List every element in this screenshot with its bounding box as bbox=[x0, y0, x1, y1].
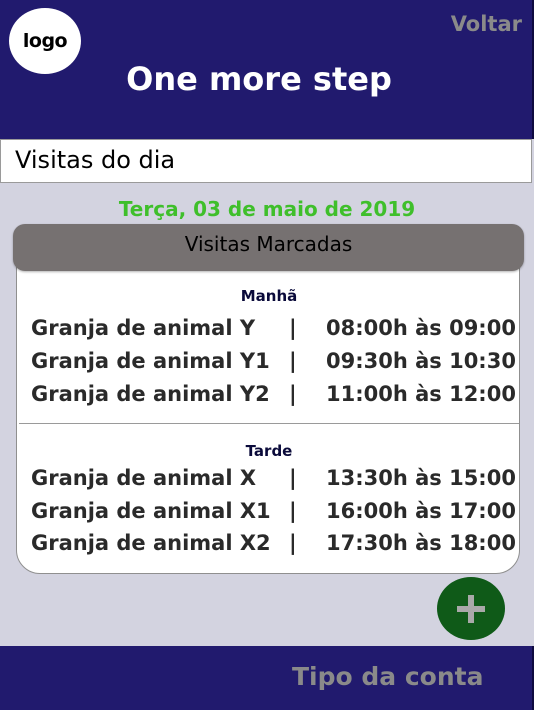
visit-name: Granja de animal X2 bbox=[31, 531, 271, 555]
visit-time: 17:30h às 18:00 bbox=[326, 531, 516, 555]
visit-name: Granja de animal X bbox=[31, 466, 257, 490]
card-title: Visitas Marcadas bbox=[184, 232, 353, 256]
date-label: Terça, 03 de maio de 2019 bbox=[118, 197, 416, 221]
visit-time: 11:00h às 12:00 bbox=[326, 382, 516, 406]
account-type-button[interactable]: Tipo da conta bbox=[292, 662, 483, 691]
visit-separator: | bbox=[289, 499, 297, 523]
visit-row[interactable]: Granja de animal Y1 | 09:30h às 10:30 bbox=[17, 349, 521, 382]
visit-time: 13:30h às 15:00 bbox=[326, 466, 516, 490]
page-title: One more step bbox=[126, 60, 392, 98]
visit-name: Granja de animal Y1 bbox=[31, 349, 270, 373]
section-bar: Visitas do dia bbox=[0, 139, 532, 183]
app-header: logo Voltar One more step bbox=[0, 0, 534, 139]
add-visit-button[interactable] bbox=[437, 577, 505, 640]
visit-name: Granja de animal X1 bbox=[31, 499, 271, 523]
period-label-morning: Manhã bbox=[240, 287, 298, 305]
period-divider bbox=[19, 423, 519, 424]
visit-row[interactable]: Granja de animal Y2 | 11:00h às 12:00 bbox=[17, 382, 521, 415]
visit-name: Granja de animal Y2 bbox=[31, 382, 270, 406]
visit-time: 09:30h às 10:30 bbox=[326, 349, 516, 373]
visit-row[interactable]: Granja de animal X | 13:30h às 15:00 bbox=[17, 466, 521, 499]
card-header: Visitas Marcadas bbox=[13, 224, 524, 271]
visit-separator: | bbox=[289, 466, 297, 490]
visit-row[interactable]: Granja de animal Y | 08:00h às 09:00 bbox=[17, 316, 521, 349]
app-footer: Tipo da conta bbox=[0, 646, 534, 710]
visit-row[interactable]: Granja de animal X2 | 17:30h às 18:00 bbox=[17, 531, 521, 564]
visit-separator: | bbox=[289, 382, 297, 406]
visit-name: Granja de animal Y bbox=[31, 316, 256, 340]
period-label-afternoon: Tarde bbox=[245, 442, 293, 460]
visit-time: 08:00h às 09:00 bbox=[326, 316, 516, 340]
visit-separator: | bbox=[289, 349, 297, 373]
section-title: Visitas do dia bbox=[15, 146, 176, 174]
visits-card: Manhã Granja de animal Y | 08:00h às 09:… bbox=[16, 246, 520, 574]
visit-time: 16:00h às 17:00 bbox=[326, 499, 516, 523]
visit-separator: | bbox=[289, 531, 297, 555]
back-button[interactable]: Voltar bbox=[451, 12, 522, 36]
visit-separator: | bbox=[289, 316, 297, 340]
visit-row[interactable]: Granja de animal X1 | 16:00h às 17:00 bbox=[17, 499, 521, 532]
plus-icon bbox=[457, 594, 485, 623]
